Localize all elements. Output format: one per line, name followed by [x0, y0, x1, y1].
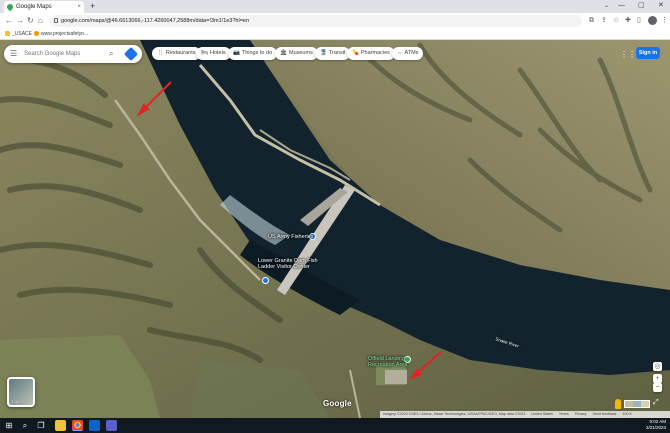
profile-avatar[interactable] [648, 16, 657, 25]
visitor-center-label-2[interactable]: Ladder Visitor Center [258, 264, 310, 270]
my-location-icon[interactable]: ◎ [653, 362, 662, 371]
layers-button[interactable]: Layers [7, 377, 35, 407]
pegman-icon[interactable] [615, 399, 621, 409]
search-input[interactable]: Search Google Maps [24, 45, 80, 63]
camera-icon: 📷 [233, 50, 240, 56]
chip-transit[interactable]: 🚆 Transit [315, 47, 351, 60]
new-tab-button[interactable]: + [90, 0, 95, 12]
side-panel-icon[interactable]: ▯ [637, 16, 641, 26]
layer-thumbnails[interactable] [624, 400, 650, 408]
chip-things-to-do[interactable]: 📷 Things to do [228, 47, 278, 60]
visitor-center-pin-icon[interactable] [262, 277, 269, 284]
site-favicon-icon [34, 31, 39, 36]
sign-in-button[interactable]: Sign in [636, 47, 660, 59]
clock-date: 2/21/2023 [645, 425, 666, 430]
region-link[interactable]: United States [531, 412, 553, 416]
chip-restaurants[interactable]: 🍴 Restaurants [152, 47, 201, 60]
start-button[interactable]: ⊞ [3, 420, 15, 431]
maps-favicon-icon [5, 2, 15, 12]
utensils-icon: 🍴 [157, 50, 164, 56]
browser-tab-strip: Google Maps × + ⌄ — ▢ ✕ [0, 0, 670, 13]
close-window-button[interactable]: ✕ [658, 0, 664, 12]
bookmark-star-icon[interactable]: ☆ [613, 16, 619, 26]
chip-museums[interactable]: 🏛 Museums [275, 47, 318, 60]
browser-tab[interactable]: Google Maps × [4, 1, 84, 13]
museum-icon: 🏛 [280, 50, 287, 56]
feedback-link[interactable]: Send feedback [593, 412, 617, 416]
back-button[interactable]: ← [5, 14, 13, 28]
browser-toolbar: ← → ↻ ⌂ google.com/maps/@46.6613066,-117… [0, 13, 670, 29]
share-icon[interactable]: ⇪ [601, 16, 607, 26]
pharmacy-icon: 💊 [352, 50, 359, 56]
home-button[interactable]: ⌂ [38, 14, 43, 28]
atm-icon: ⇔ [397, 50, 403, 56]
file-explorer-icon[interactable] [55, 420, 66, 431]
tab-title: Google Maps [16, 4, 52, 10]
minimize-button[interactable]: — [618, 0, 625, 12]
tab-search-icon[interactable]: ⌄ [604, 0, 609, 12]
url-text: google.com/maps/@46.6613066,-117.4260047… [61, 18, 250, 24]
taskbar-search-icon[interactable]: ⌕ [19, 420, 31, 431]
google-logo: Google [323, 399, 352, 408]
chip-pharmacies[interactable]: 💊 Pharmacies [347, 47, 395, 60]
bookmark-projectsafety[interactable]: www.projectsafetyn... [34, 29, 88, 40]
landing-label-2[interactable]: Recreation Area [368, 362, 407, 368]
directions-icon[interactable] [123, 46, 139, 62]
scale-label[interactable]: 100 ft [622, 412, 631, 416]
forward-button[interactable]: → [16, 14, 24, 28]
reload-button[interactable]: ↻ [27, 14, 34, 28]
menu-kebab-icon[interactable]: ⋮ [661, 16, 668, 26]
system-clock[interactable]: 9:02 AM 2/21/2023 [636, 419, 666, 431]
folder-icon [5, 31, 10, 36]
imagery-credit: Imagery ©2023 CNES / Airbus, Maxar Techn… [383, 412, 526, 416]
tab-close-icon[interactable]: × [77, 1, 81, 13]
zoom-in-button[interactable]: + [653, 374, 662, 383]
menu-icon[interactable]: ☰ [10, 45, 17, 63]
bed-icon: 🛏 [201, 50, 208, 56]
terms-link[interactable]: Terms [559, 412, 569, 416]
task-view-icon[interactable]: ❐ [35, 420, 47, 431]
taskbar: ⊞ ⌕ ❐ 9:02 AM 2/21/2023 [0, 418, 670, 433]
search-box[interactable]: ☰ Search Google Maps ⌕ [4, 45, 142, 63]
extensions-icon[interactable]: ✚ [625, 16, 631, 26]
chip-hotels[interactable]: 🛏 Hotels [196, 47, 231, 60]
lock-icon [54, 18, 58, 23]
chrome-icon[interactable] [72, 420, 83, 431]
maximize-button[interactable]: ▢ [638, 0, 645, 12]
satellite-imagery [0, 40, 670, 418]
transit-icon: 🚆 [320, 50, 327, 56]
bookmarks-bar: _USACE www.projectsafetyn... [0, 29, 670, 40]
address-bar[interactable]: google.com/maps/@46.6613066,-117.4260047… [50, 15, 582, 27]
satellite-map[interactable]: Snake River US Army Fisheries Lower Gran… [0, 40, 670, 418]
search-icon[interactable]: ⌕ [109, 45, 113, 63]
teams-icon[interactable] [106, 420, 117, 431]
fisheries-label[interactable]: US Army Fisheries [268, 234, 314, 240]
chip-atms[interactable]: ⇔ ATMs [392, 47, 424, 60]
google-apps-icon[interactable]: ⋮⋮ [620, 50, 636, 59]
bookmark-usace[interactable]: _USACE [5, 29, 32, 40]
layers-label: Layers [12, 399, 26, 404]
attribution-bar: Imagery ©2023 CNES / Airbus, Maxar Techn… [380, 411, 670, 418]
privacy-link[interactable]: Privacy [575, 412, 587, 416]
install-icon[interactable]: ⧉ [589, 16, 594, 26]
expand-icon[interactable]: ⤢ [653, 399, 659, 407]
zoom-out-button[interactable]: − [653, 383, 662, 392]
outlook-icon[interactable] [89, 420, 100, 431]
